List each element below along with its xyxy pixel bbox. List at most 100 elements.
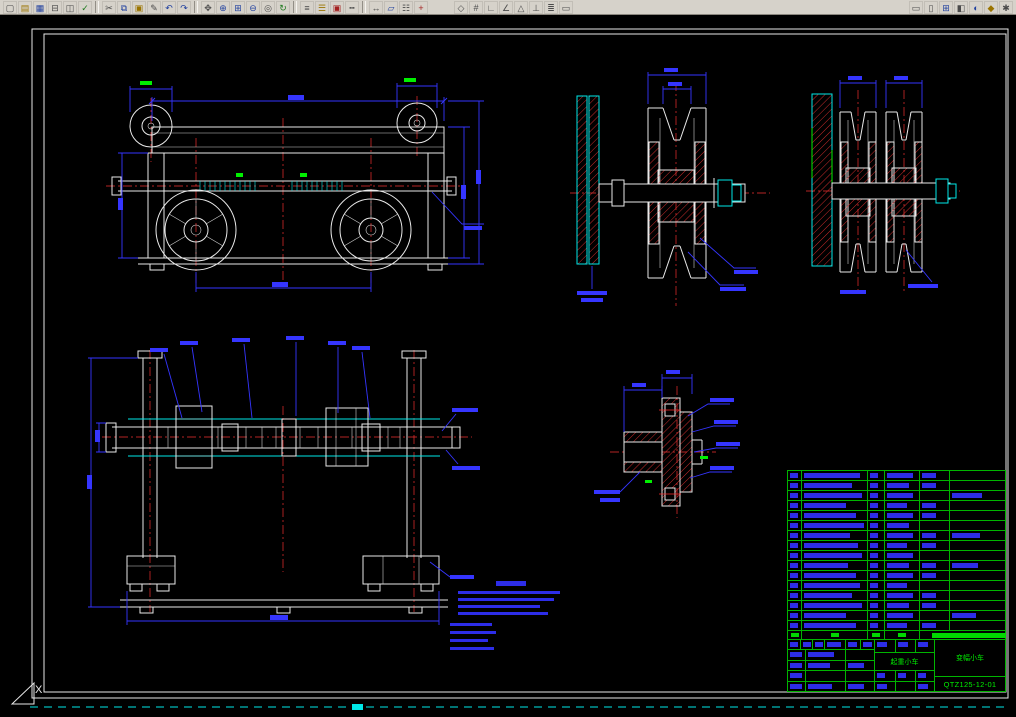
- color-control-icon[interactable]: ▣: [330, 0, 344, 14]
- model-tab-icon[interactable]: ▭: [909, 0, 923, 14]
- parts-list-header: [788, 631, 1006, 640]
- match-properties-icon[interactable]: ✎: [147, 0, 161, 14]
- parts-cell: [919, 561, 949, 570]
- title-text-bar: [848, 683, 864, 689]
- title-text-bar: [877, 642, 887, 647]
- polar-icon[interactable]: ∠: [499, 0, 513, 14]
- zoom-window-icon[interactable]: ⊞: [231, 0, 245, 14]
- parts-cell: [884, 561, 919, 570]
- parts-list-row: [788, 571, 1005, 581]
- zoom-previous-icon[interactable]: ⊖: [246, 0, 260, 14]
- shade-icon[interactable]: ◐: [969, 0, 983, 14]
- layers-icon[interactable]: ≡: [300, 0, 314, 14]
- open-icon[interactable]: ▤: [18, 0, 32, 14]
- parts-cell: [867, 481, 884, 490]
- parts-text-bar: [887, 493, 913, 498]
- title-cell: [805, 660, 845, 670]
- parts-text-bar: [804, 543, 858, 548]
- parts-list-row: [788, 521, 1005, 531]
- linetype-icon[interactable]: ╍: [345, 0, 359, 14]
- title-text-bar: [918, 673, 926, 678]
- title-text-bar: [790, 652, 802, 657]
- title-cell: [788, 661, 805, 671]
- parts-text-bar: [790, 503, 798, 508]
- parts-cell: [919, 611, 949, 620]
- title-cell: [860, 640, 875, 649]
- cut-icon[interactable]: ✂: [102, 0, 116, 14]
- redo-icon[interactable]: ↷: [177, 0, 191, 14]
- parts-list-row: [788, 511, 1005, 521]
- named-views-icon[interactable]: ◧: [954, 0, 968, 14]
- parts-text-bar: [870, 573, 878, 578]
- print-preview-icon[interactable]: ◫: [63, 0, 77, 14]
- ortho-icon[interactable]: ∟: [484, 0, 498, 14]
- parts-cell: [949, 551, 1007, 560]
- grip-marker[interactable]: [352, 704, 363, 710]
- parts-cell: [788, 491, 801, 500]
- viewports-icon[interactable]: ⊞: [939, 0, 953, 14]
- otrack-icon[interactable]: ⊥: [529, 0, 543, 14]
- layout-tab-icon[interactable]: ▯: [924, 0, 938, 14]
- parts-cell: [884, 551, 919, 560]
- aerial-view-icon[interactable]: ◎: [261, 0, 275, 14]
- parts-cell: [884, 531, 919, 540]
- parts-cell: [949, 511, 1007, 520]
- parts-list-row: [788, 531, 1005, 541]
- area-icon[interactable]: ▱: [384, 0, 398, 14]
- parts-text-bar: [922, 503, 936, 508]
- parts-cell: [884, 601, 919, 610]
- new-icon[interactable]: ▢: [3, 0, 17, 14]
- parts-text-bar: [922, 533, 936, 538]
- parts-cell: [801, 521, 867, 530]
- grid-icon[interactable]: #: [469, 0, 483, 14]
- parts-text-bar: [887, 593, 913, 598]
- copy-icon[interactable]: ⧉: [117, 0, 131, 14]
- parts-cell: [949, 571, 1007, 580]
- locate-point-icon[interactable]: +: [414, 0, 428, 14]
- parts-text-bar: [870, 613, 878, 618]
- parts-text-bar: [804, 493, 862, 498]
- list-icon[interactable]: ☷: [399, 0, 413, 14]
- parts-cell: [884, 571, 919, 580]
- redraw-icon[interactable]: ↻: [276, 0, 290, 14]
- zoom-realtime-icon[interactable]: ⊕: [216, 0, 230, 14]
- undo-icon[interactable]: ↶: [162, 0, 176, 14]
- parts-cell: [949, 561, 1007, 570]
- parts-text-bar: [887, 613, 913, 618]
- options-icon[interactable]: ✱: [999, 0, 1013, 14]
- parts-cell: [801, 551, 867, 560]
- layer-manager-icon[interactable]: ☰: [315, 0, 329, 14]
- parts-cell: [949, 531, 1007, 540]
- snap-icon[interactable]: ◇: [454, 0, 468, 14]
- drawing-canvas[interactable]: 起重小车 变幅小车 QTZ125-12-01 X: [0, 0, 1016, 717]
- parts-text-bar: [804, 603, 862, 608]
- toolbar-group: ≡ ☰ ▣ ╍: [300, 0, 359, 14]
- toolbar-group: ◇ # ∟ ∠ △ ⊥ ≣ ▭: [454, 0, 573, 14]
- model-paper-icon[interactable]: ▭: [559, 0, 573, 14]
- ucs-x-label: X: [35, 684, 43, 696]
- lineweight-icon[interactable]: ≣: [544, 0, 558, 14]
- parts-text-bar: [804, 583, 860, 588]
- parts-cell: [919, 521, 949, 530]
- header-text-bar: [872, 633, 880, 637]
- title-cell: [875, 640, 895, 652]
- distance-icon[interactable]: ↔: [369, 0, 383, 14]
- parts-list: [788, 471, 1005, 631]
- parts-list-row: [788, 491, 1005, 501]
- print-icon[interactable]: ⊟: [48, 0, 62, 14]
- parts-header-cell: [884, 631, 919, 639]
- title-cell: [875, 671, 895, 681]
- spelling-icon[interactable]: ✓: [78, 0, 92, 14]
- save-icon[interactable]: ▦: [33, 0, 47, 14]
- signature-row: [788, 671, 874, 682]
- toolbar-group: ✥ ⊕ ⊞ ⊖ ◎ ↻: [201, 0, 290, 14]
- pan-icon[interactable]: ✥: [201, 0, 215, 14]
- osnap-icon[interactable]: △: [514, 0, 528, 14]
- parts-text-bar: [922, 563, 936, 568]
- paste-icon[interactable]: ▣: [132, 0, 146, 14]
- render-icon[interactable]: ◆: [984, 0, 998, 14]
- parts-text-bar: [887, 573, 913, 578]
- title-cell: [788, 640, 800, 649]
- parts-cell: [867, 541, 884, 550]
- title-cell: [788, 650, 805, 660]
